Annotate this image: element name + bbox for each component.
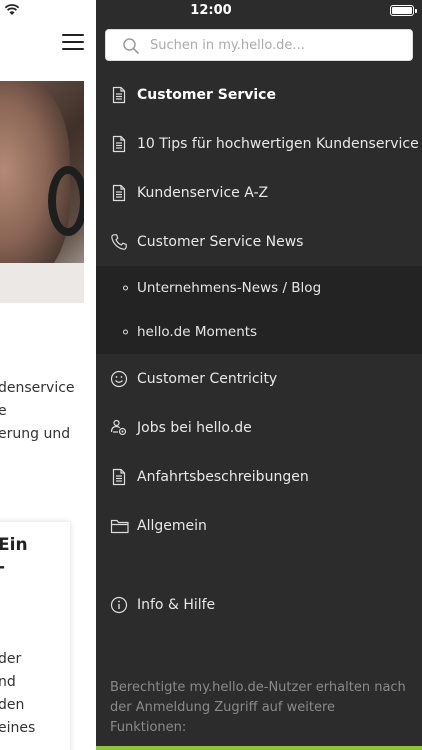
phone-icon	[110, 233, 128, 251]
search-box[interactable]	[105, 29, 413, 61]
menu-item-customer-service-news[interactable]: Customer Service News	[96, 217, 422, 266]
search-input[interactable]	[150, 30, 405, 60]
background-card-text: nd	[0, 674, 16, 690]
menu-item-label: Jobs bei hello.de	[137, 419, 252, 436]
document-icon	[110, 184, 128, 202]
battery-icon	[390, 5, 417, 16]
info-icon	[110, 596, 128, 614]
menu-list: Customer Service 10 Tips für hochwertige…	[96, 70, 422, 629]
submenu-item-news-blog[interactable]: Unternehmens-News / Blog	[96, 266, 422, 310]
background-text-line: denservice	[0, 380, 75, 396]
submenu-item-label: hello.de Moments	[137, 324, 258, 340]
menu-item-customer-centricity[interactable]: Customer Centricity	[96, 354, 422, 403]
menu-item-label: Kundenservice A-Z	[137, 184, 269, 201]
search-icon	[122, 37, 140, 55]
search-bar	[96, 22, 422, 70]
bullet-icon	[123, 329, 128, 335]
folder-icon	[110, 517, 129, 535]
status-bar: 12:00	[0, 0, 422, 22]
background-card-text: den	[0, 697, 25, 713]
hamburger-menu-icon[interactable]	[62, 34, 84, 52]
background-page: denservice e erung und Ein - der nd den …	[0, 0, 96, 750]
menu-item-label: 10 Tips für hochwertigen Kundenservice	[137, 135, 419, 152]
smiley-icon	[110, 370, 128, 388]
menu-item-label: Customer Service	[137, 86, 276, 103]
submenu: Unternehmens-News / Blog hello.de Moment…	[96, 266, 422, 354]
menu-item-label: Anfahrtsbeschreibungen	[137, 468, 309, 485]
menu-gap	[96, 550, 422, 580]
login-hint-text: Berechtigte my.hello.de-Nutzer erhalten …	[110, 680, 406, 735]
submenu-item-moments[interactable]: hello.de Moments	[96, 310, 422, 354]
document-icon	[110, 86, 128, 104]
menu-item-kundenservice-a-z[interactable]: Kundenservice A-Z	[96, 168, 422, 217]
jobs-icon	[110, 419, 128, 437]
menu-item-label: Allgemein	[137, 517, 207, 534]
background-card-text: eines	[0, 720, 36, 736]
hero-image	[0, 81, 84, 303]
submenu-item-label: Unternehmens-News / Blog	[137, 280, 322, 296]
menu-item-allgemein[interactable]: Allgemein	[96, 501, 422, 550]
menu-item-label: Info & Hilfe	[137, 596, 216, 613]
menu-item-customer-service[interactable]: Customer Service	[96, 70, 422, 119]
bullet-icon	[123, 285, 128, 291]
background-text-line: e	[0, 403, 7, 419]
background-card-text: der	[0, 651, 22, 667]
document-icon	[110, 135, 128, 153]
status-time: 12:00	[190, 3, 232, 18]
navigation-drawer: Customer Service 10 Tips für hochwertige…	[96, 0, 422, 750]
login-button-edge[interactable]	[96, 746, 422, 750]
menu-item-anfahrt[interactable]: Anfahrtsbeschreibungen	[96, 452, 422, 501]
background-text-line: erung und	[0, 426, 71, 442]
background-card-title: -	[0, 556, 5, 578]
menu-item-10-tips[interactable]: 10 Tips für hochwertigen Kundenservice	[96, 119, 422, 168]
background-card-title: Ein	[0, 535, 28, 555]
menu-item-info-hilfe[interactable]: Info & Hilfe	[96, 580, 422, 629]
document-icon	[110, 468, 128, 486]
menu-item-label: Customer Centricity	[137, 370, 278, 387]
menu-item-label: Customer Service News	[137, 233, 304, 250]
menu-item-jobs[interactable]: Jobs bei hello.de	[96, 403, 422, 452]
